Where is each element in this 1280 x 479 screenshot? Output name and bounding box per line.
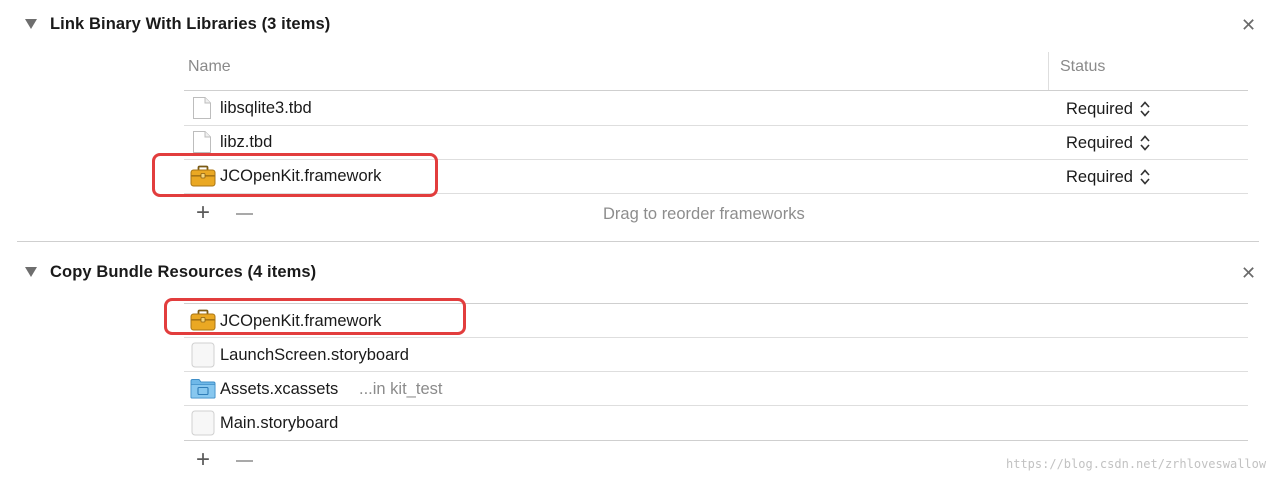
table-row[interactable]: Main.storyboard	[184, 406, 1248, 439]
column-header-status[interactable]: Status	[1060, 58, 1105, 76]
remove-button[interactable]	[236, 213, 253, 215]
highlight-box	[152, 153, 438, 197]
resource-name: Assets.xcassets	[220, 380, 339, 398]
chevron-updown-icon	[1140, 135, 1150, 151]
chevron-updown-icon	[1140, 169, 1150, 185]
watermark: https://blog.csdn.net/zrhloveswallow	[1006, 457, 1267, 471]
storyboard-icon	[191, 410, 215, 436]
column-header-name[interactable]: Name	[188, 58, 231, 76]
add-button[interactable]: +	[196, 201, 210, 225]
disclosure-triangle-icon[interactable]	[25, 267, 37, 277]
add-button[interactable]: +	[196, 448, 210, 472]
status-label: Required	[1066, 133, 1133, 152]
library-name: libsqlite3.tbd	[220, 99, 312, 117]
section-title-link-binary: Link Binary With Libraries (3 items)	[50, 15, 331, 33]
table-row[interactable]: Assets.xcassets ...in kit_test	[184, 372, 1248, 405]
storyboard-icon	[191, 342, 215, 368]
chevron-updown-icon	[1140, 101, 1150, 117]
row-separator	[184, 440, 1248, 441]
close-icon[interactable]: ✕	[1241, 16, 1256, 34]
highlight-box	[164, 298, 466, 335]
close-icon[interactable]: ✕	[1241, 264, 1256, 282]
resource-path: ...in kit_test	[359, 380, 443, 398]
remove-button[interactable]	[236, 460, 253, 462]
section-title-copy-bundle: Copy Bundle Resources (4 items)	[50, 263, 317, 281]
file-icon	[193, 131, 211, 153]
status-popup[interactable]: Required	[1066, 99, 1151, 119]
drag-hint: Drag to reorder frameworks	[603, 205, 805, 223]
status-popup[interactable]: Required	[1066, 133, 1151, 153]
resource-name: Main.storyboard	[220, 414, 339, 432]
folder-icon	[190, 379, 216, 399]
resource-name: LaunchScreen.storyboard	[220, 346, 409, 364]
status-popup[interactable]: Required	[1066, 167, 1151, 187]
status-label: Required	[1066, 167, 1133, 186]
column-divider	[1048, 52, 1049, 90]
section-divider	[17, 241, 1259, 242]
library-name: libz.tbd	[220, 133, 273, 151]
table-row[interactable]: libsqlite3.tbd Required	[184, 91, 1248, 125]
file-icon	[193, 97, 211, 119]
status-label: Required	[1066, 99, 1133, 118]
disclosure-triangle-icon[interactable]	[25, 19, 37, 29]
table-row[interactable]: LaunchScreen.storyboard	[184, 338, 1248, 371]
